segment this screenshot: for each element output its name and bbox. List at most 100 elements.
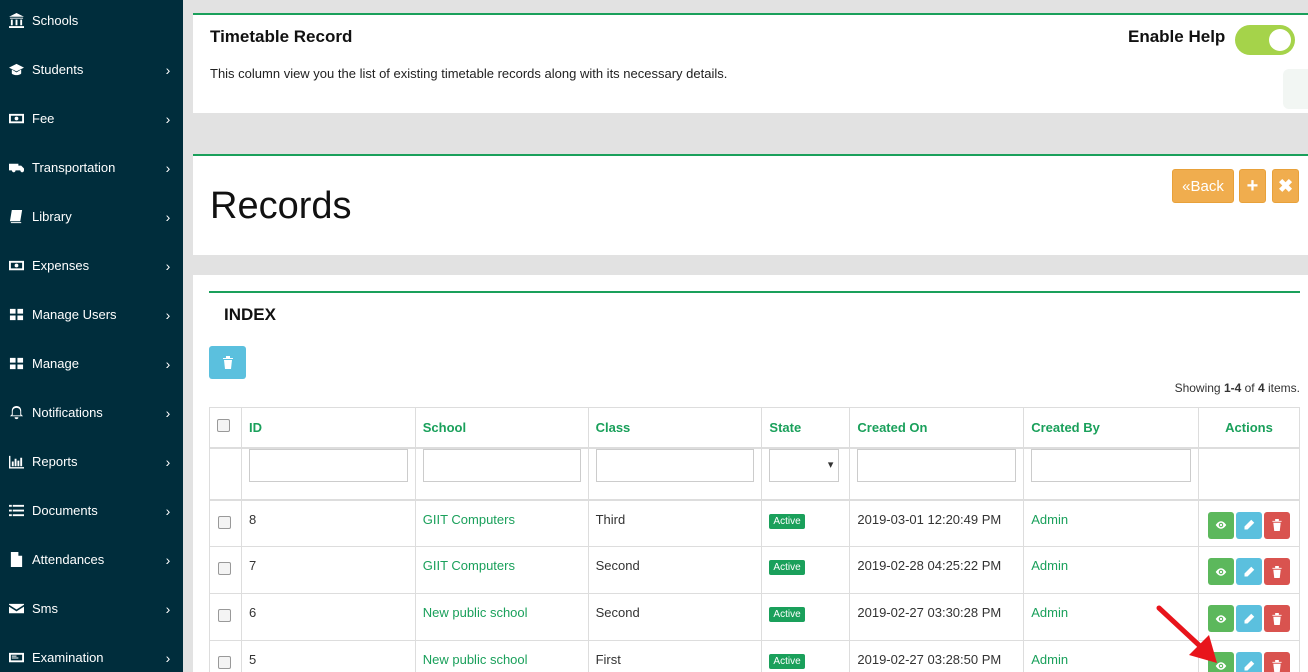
table-row: 6 New public school Second Active 2019-0… [209,593,1300,641]
toggle-knob [1269,29,1291,51]
help-side-tab[interactable] [1283,69,1308,109]
filter-state-select[interactable] [769,448,840,482]
sidebar-item-label: Schools [32,13,79,28]
pencil-icon [1244,613,1255,623]
filter-created-by-input[interactable] [1031,448,1192,482]
school-link[interactable]: GIIT Computers [423,558,515,573]
delete-button[interactable] [1264,605,1291,632]
help-title: Timetable Record [210,27,353,46]
sidebar-item-label: Attendances [32,552,105,567]
select-all-cell [209,407,242,449]
column-header-school[interactable]: School [414,407,589,449]
created-by-link[interactable]: Admin [1031,605,1068,620]
back-button[interactable]: « Back [1172,169,1234,203]
sidebar-item-manage-users[interactable]: Manage Users › [0,290,183,339]
eye-icon [1215,521,1227,529]
sidebar-item-library[interactable]: Library › [0,192,183,241]
trash-icon [1272,659,1282,672]
delete-button[interactable] [1264,652,1291,672]
chevron-right-icon: › [165,110,171,127]
table-row: 7 GIIT Computers Second Active 2019-02-2… [209,546,1300,594]
edit-button[interactable] [1236,558,1263,585]
cell-state: Active [761,499,851,547]
table-row: 5 New public school First Active 2019-02… [209,640,1300,672]
filter-school-input[interactable] [422,448,581,482]
cell-created-on: 2019-03-01 12:20:49 PM [849,499,1025,547]
column-header-state[interactable]: State [761,407,851,449]
column-header-id[interactable]: ID [240,407,416,449]
edit-button[interactable] [1236,652,1263,672]
enable-help-toggle[interactable] [1235,25,1295,55]
sidebar-item-transportation[interactable]: Transportation › [0,143,183,192]
view-button[interactable] [1208,558,1235,585]
school-link[interactable]: GIIT Computers [423,512,515,527]
plus-icon: + [1246,174,1259,197]
row-checkbox[interactable] [218,562,231,575]
sidebar-item-examination[interactable]: Examination › [0,633,183,672]
summary-range: 1-4 [1223,381,1242,395]
bank-icon [0,13,32,28]
column-header-class[interactable]: Class [587,407,763,449]
cell-created-on: 2019-02-27 03:28:50 PM [849,640,1025,672]
status-badge: Active [769,654,805,669]
chevron-right-icon: › [165,502,171,519]
sidebar-item-documents[interactable]: Documents › [0,486,183,535]
chevron-right-icon: › [165,453,171,470]
cell-actions [1198,499,1300,547]
sidebar-item-attendances[interactable]: Attendances › [0,535,183,584]
sidebar-item-fee[interactable]: Fee › [0,94,183,143]
chevron-right-icon: › [165,649,171,666]
chevron-right-icon: › [165,159,171,176]
delete-button[interactable] [1264,511,1291,539]
filter-cell [849,447,1025,501]
select-all-checkbox[interactable] [217,419,230,433]
sidebar-item-notifications[interactable]: Notifications › [0,388,183,437]
book-icon [0,209,32,224]
close-button[interactable]: ✖ [1272,169,1299,203]
filter-id-input[interactable] [248,448,408,482]
column-header-created-on[interactable]: Created On [849,407,1025,449]
panel-accent-line [193,13,1308,15]
cell-state: Active [761,546,851,594]
school-link[interactable]: New public school [423,605,528,620]
help-panel: Timetable Record This column view you th… [193,13,1308,113]
row-checkbox[interactable] [218,609,231,622]
sidebar-item-sms[interactable]: Sms › [0,584,183,633]
summary-suffix: items. [1264,381,1300,395]
row-select-cell [209,499,242,547]
sidebar-item-label: Transportation [32,160,116,175]
cell-id: 8 [240,499,416,547]
column-header-created-by[interactable]: Created By [1023,407,1200,449]
edit-button[interactable] [1236,605,1263,632]
created-by-link[interactable]: Admin [1031,652,1068,667]
created-by-link[interactable]: Admin [1031,512,1068,527]
filter-class-input[interactable] [595,448,755,482]
edit-button[interactable] [1236,511,1263,539]
add-button[interactable]: + [1239,169,1266,203]
help-text: This column view you the list of existin… [210,66,728,81]
sidebar-item-manage[interactable]: Manage › [0,339,183,388]
row-select-cell [209,640,242,672]
bell-icon [0,405,32,420]
trash-icon [1272,519,1282,531]
row-checkbox[interactable] [218,515,231,529]
sidebar-item-label: Sms [32,601,58,616]
page-title: Records [210,185,352,227]
delete-button[interactable] [1264,558,1291,585]
sidebar-item-reports[interactable]: Reports › [0,437,183,486]
trash-icon [222,356,233,369]
cell-id: 7 [240,546,416,594]
created-by-link[interactable]: Admin [1031,558,1068,573]
bulk-delete-button[interactable] [209,346,246,379]
filter-created-on-input[interactable] [857,448,1017,482]
view-button[interactable] [1208,511,1235,539]
sidebar-item-schools[interactable]: Schools [0,0,183,45]
column-header-actions: Actions [1198,407,1300,449]
cell-id: 6 [240,593,416,641]
sidebar-item-expenses[interactable]: Expenses › [0,241,183,290]
chevron-right-icon: › [165,551,171,568]
items-summary: Showing 1-4 of 4 items. [1175,381,1300,395]
school-link[interactable]: New public school [423,652,528,667]
row-checkbox[interactable] [218,656,231,669]
sidebar-item-students[interactable]: Students › [0,45,183,94]
